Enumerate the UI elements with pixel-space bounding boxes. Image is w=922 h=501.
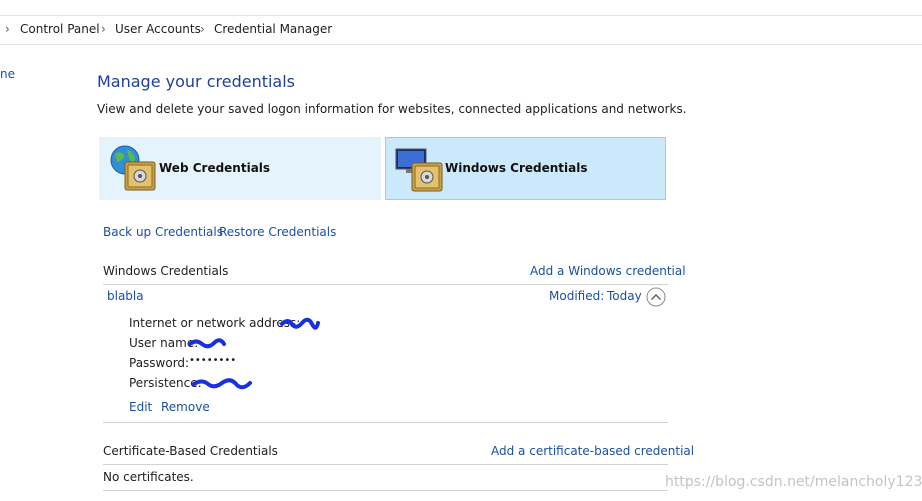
section-divider bbox=[103, 284, 668, 285]
redacted-scribble bbox=[280, 317, 320, 330]
modified-value: Today bbox=[607, 289, 642, 303]
collapse-chevron-icon[interactable] bbox=[646, 287, 666, 307]
redacted-scribble bbox=[188, 338, 226, 349]
section-divider bbox=[103, 464, 668, 465]
password-label: Password: bbox=[129, 356, 190, 370]
section-divider bbox=[103, 422, 668, 423]
no-certificates-text: No certificates. bbox=[103, 470, 194, 484]
page-subtitle: View and delete your saved logon informa… bbox=[97, 102, 687, 116]
monitor-vault-icon bbox=[395, 148, 443, 192]
breadcrumb-separator-icon[interactable]: › bbox=[5, 22, 10, 36]
add-windows-credential-link[interactable]: Add a Windows credential bbox=[530, 264, 686, 278]
breadcrumb-separator-icon[interactable]: › bbox=[101, 22, 106, 36]
web-credentials-tile[interactable]: Web Credentials bbox=[99, 137, 381, 200]
breadcrumb-separator-icon[interactable]: › bbox=[200, 22, 205, 36]
credential-name[interactable]: blabla bbox=[107, 289, 144, 303]
breadcrumb-credential-manager[interactable]: Credential Manager bbox=[214, 22, 332, 36]
breadcrumb-user-accounts[interactable]: User Accounts bbox=[115, 22, 201, 36]
backup-credentials-link[interactable]: Back up Credentials bbox=[103, 225, 223, 239]
restore-credentials-link[interactable]: Restore Credentials bbox=[219, 225, 336, 239]
windows-credentials-heading: Windows Credentials bbox=[103, 264, 229, 278]
address-label: Internet or network address: bbox=[129, 316, 301, 330]
add-certificate-credential-link[interactable]: Add a certificate-based credential bbox=[491, 444, 694, 458]
remove-credential-link[interactable]: Remove bbox=[161, 400, 210, 414]
modified-label: Modified: bbox=[549, 289, 605, 303]
breadcrumb-control-panel[interactable]: Control Panel bbox=[20, 22, 100, 36]
globe-vault-icon bbox=[110, 145, 156, 191]
windows-credentials-label: Windows Credentials bbox=[445, 161, 588, 175]
watermark: https://blog.csdn.net/melancholy123 bbox=[665, 474, 922, 490]
edit-credential-link[interactable]: Edit bbox=[129, 400, 152, 414]
persistence-label: Persistence: bbox=[129, 376, 202, 390]
left-nav-home-link[interactable]: ne bbox=[0, 67, 15, 81]
redacted-scribble bbox=[192, 378, 252, 390]
certificate-credentials-heading: Certificate-Based Credentials bbox=[103, 444, 278, 458]
page-title: Manage your credentials bbox=[97, 72, 296, 91]
password-value: •••••••• bbox=[189, 355, 237, 366]
web-credentials-label: Web Credentials bbox=[159, 161, 271, 175]
section-divider bbox=[103, 490, 668, 491]
windows-credentials-tile[interactable]: Windows Credentials bbox=[385, 137, 666, 200]
